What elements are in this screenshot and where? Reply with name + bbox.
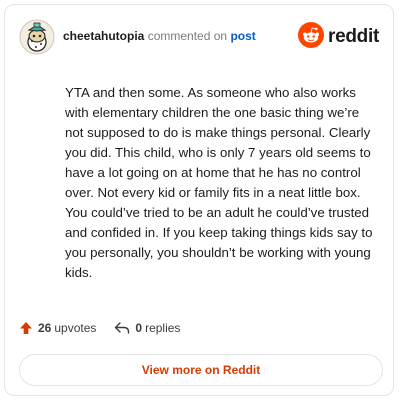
upvote-arrow-icon	[19, 321, 38, 335]
upvote-label: upvotes	[54, 321, 97, 335]
view-on-reddit-button[interactable]: View more on Reddit	[19, 354, 383, 386]
user-avatar-icon[interactable]	[19, 19, 55, 55]
reddit-logo[interactable]: reddit	[298, 21, 379, 53]
comment-body: YTA and then some. As someone who also w…	[65, 85, 373, 280]
reply-arrow-icon	[114, 321, 135, 335]
upvote-count: 26	[38, 321, 52, 335]
reply-label: replies	[145, 321, 181, 335]
comment-card: cheetahutopia commented on post reddit Y…	[4, 4, 394, 396]
reddit-wordmark: reddit	[328, 26, 379, 47]
card-header: cheetahutopia commented on post reddit	[19, 17, 379, 57]
reddit-logo-icon	[298, 21, 325, 53]
upvote-stat[interactable]: 26 upvotes	[19, 321, 96, 335]
action-text: commented on	[147, 29, 228, 43]
reply-count: 0	[135, 321, 143, 335]
comment-stats: 26 upvotes 0 replies	[19, 317, 180, 339]
username-link[interactable]: cheetahutopia	[63, 29, 144, 43]
byline: cheetahutopia commented on post	[63, 29, 256, 43]
reply-stat[interactable]: 0 replies	[114, 321, 180, 335]
post-link[interactable]: post	[230, 29, 255, 43]
